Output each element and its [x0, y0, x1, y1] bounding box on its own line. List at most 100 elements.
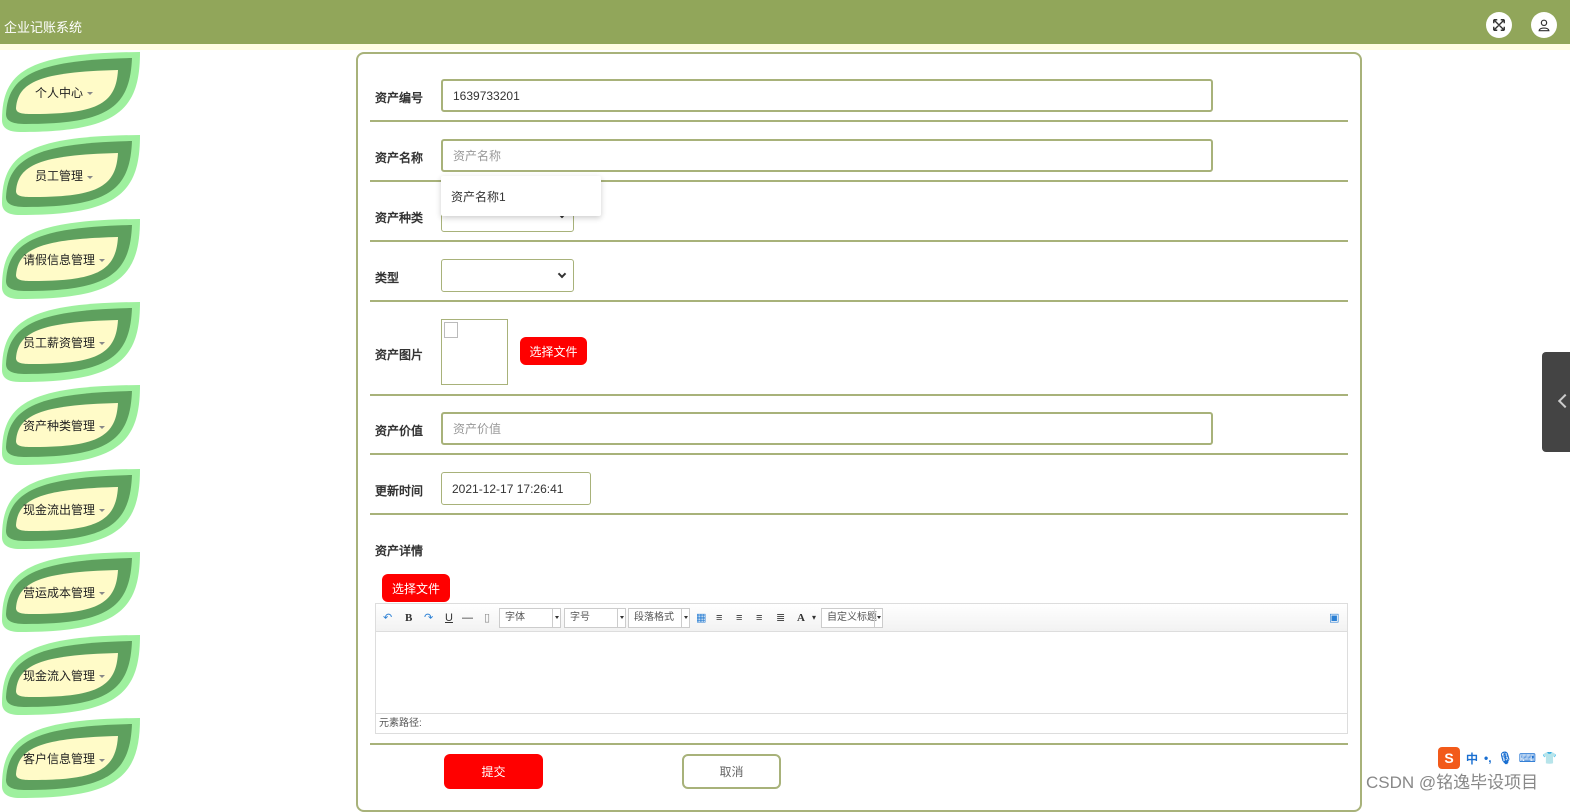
cancel-label: 取消 — [719, 765, 744, 779]
sidebar-item[interactable]: 员工管理 — [0, 133, 142, 217]
custom-title-select[interactable]: 自定义标题 — [821, 608, 883, 628]
sidebar-item[interactable]: 员工薪资管理 — [0, 300, 142, 384]
ime-toolbar[interactable]: S 中 •, 🎙 ⌨ 👕 — [1438, 746, 1568, 770]
sidebar-item-text: 员工管理 — [34, 169, 83, 184]
sidebar-item-text: 请假信息管理 — [22, 252, 95, 267]
expand-icon — [1493, 19, 1505, 31]
type-label: 类型 — [375, 271, 400, 285]
font-family-select[interactable]: 字体 — [499, 608, 561, 628]
caret-down-icon — [99, 758, 105, 762]
sidebar-item-label: 个人中心 — [8, 84, 120, 101]
ime-mode: 中 — [1466, 751, 1479, 766]
sidebar-item[interactable]: 客户信息管理 — [0, 716, 142, 800]
detail-choose-file-label: 选择文件 — [391, 581, 440, 596]
sidebar-item-label: 现金流入管理 — [8, 667, 120, 684]
sidebar-item-label: 员工薪资管理 — [8, 334, 120, 351]
asset-no-input[interactable]: 1639733201 — [441, 79, 1213, 112]
bold-button[interactable]: B — [405, 609, 412, 627]
asset-name-placeholder: 资产名称 — [453, 149, 502, 163]
asset-value-input[interactable]: 资产价值 — [441, 412, 1213, 445]
sidebar-item-label: 员工管理 — [8, 167, 120, 184]
detail-choose-file-button[interactable]: 选择文件 — [382, 574, 450, 602]
align-justify-icon[interactable]: ≣ — [776, 609, 785, 627]
align-left-icon[interactable]: ≡ — [716, 609, 722, 627]
user-icon — [1538, 19, 1550, 32]
cancel-button[interactable]: 取消 — [682, 754, 781, 789]
sidebar-item-label: 现金流出管理 — [8, 501, 120, 518]
sidebar-item-text: 营运成本管理 — [22, 585, 95, 600]
undo-icon[interactable]: ↶ — [383, 609, 392, 627]
custom-title-label: 自定义标题 — [827, 612, 877, 623]
paragraph-format-label: 段落格式 — [634, 612, 674, 623]
asset-no-label: 资产编号 — [375, 91, 424, 105]
caret-down-icon — [99, 508, 105, 512]
editor-toolbar: ↶ B ↷ U — ▯ 字体 字号 段落格式 ▦ ≡ ≡ ≡ ≣ A ▾ 自定义… — [376, 604, 1347, 632]
microphone-icon: 🎙 — [1497, 751, 1513, 765]
row-divider — [370, 394, 1348, 396]
top-bar: 企业记账系统 — [0, 0, 1570, 44]
keyboard-icon: ⌨ — [1518, 751, 1537, 765]
watermark: CSDN @铭逸毕设项目 — [1366, 773, 1539, 792]
row-divider — [370, 513, 1348, 515]
sidebar-item[interactable]: 请假信息管理 — [0, 217, 142, 301]
user-button[interactable] — [1531, 12, 1557, 38]
caret-down-icon — [99, 258, 105, 262]
ime-logo-icon: S — [1438, 747, 1460, 769]
fullscreen-button[interactable] — [1486, 12, 1512, 38]
sidebar-item-text: 个人中心 — [34, 86, 83, 100]
font-size-select[interactable]: 字号 — [564, 608, 626, 628]
broken-image-icon — [444, 322, 458, 338]
page-icon[interactable]: ▯ — [484, 609, 490, 627]
sidebar-item-text: 现金流出管理 — [22, 502, 95, 517]
sidebar-item-text: 客户信息管理 — [22, 752, 95, 767]
asset-category-label: 资产种类 — [375, 211, 424, 225]
caret-down-icon — [99, 425, 105, 429]
submit-button[interactable]: 提交 — [444, 754, 543, 789]
asset-name-suggestion[interactable]: 资产名称1 — [441, 176, 601, 216]
align-center-icon[interactable]: ≡ — [756, 609, 762, 627]
preview-icon[interactable]: ▣ — [1329, 609, 1339, 627]
top-accent-line — [0, 44, 1570, 50]
paragraph-format-select[interactable]: 段落格式 — [628, 608, 690, 628]
update-time-label: 更新时间 — [375, 484, 424, 498]
font-color-arrow-icon[interactable]: ▾ — [812, 609, 816, 627]
ime-punctuation: •, — [1484, 751, 1492, 765]
redo-icon[interactable]: ↷ — [424, 609, 433, 627]
editor-element-path: 元素路径: — [376, 713, 1347, 733]
asset-value-label: 资产价值 — [375, 424, 424, 438]
row-divider — [370, 240, 1348, 242]
caret-down-icon — [87, 175, 93, 179]
sidebar-item-text: 现金流入管理 — [22, 669, 95, 684]
choose-file-button[interactable]: 选择文件 — [520, 337, 587, 365]
asset-name-label: 资产名称 — [375, 151, 424, 165]
sidebar-item[interactable]: 现金流出管理 — [0, 467, 142, 551]
asset-image-label: 资产图片 — [375, 348, 424, 362]
sidebar-item-label: 客户信息管理 — [8, 750, 120, 767]
underline-button[interactable]: U — [445, 609, 453, 627]
chevron-down-icon — [557, 269, 567, 279]
type-select[interactable] — [441, 259, 574, 292]
update-time-input[interactable]: 2021-12-17 17:26:41 — [441, 472, 591, 505]
horizontal-rule-icon[interactable]: — — [462, 609, 473, 627]
font-size-label: 字号 — [570, 612, 590, 623]
font-color-button[interactable]: A — [797, 609, 805, 627]
sidebar-item[interactable]: 现金流入管理 — [0, 633, 142, 717]
rich-text-editor: ↶ B ↷ U — ▯ 字体 字号 段落格式 ▦ ≡ ≡ ≡ ≣ A ▾ 自定义… — [375, 603, 1348, 734]
row-divider — [370, 300, 1348, 302]
caret-down-icon — [99, 592, 105, 596]
sidebar-item-text: 资产种类管理 — [22, 419, 95, 434]
asset-value-placeholder: 资产价值 — [453, 422, 502, 436]
sidebar-item-label: 请假信息管理 — [8, 251, 120, 268]
sidebar-item[interactable]: 资产种类管理 — [0, 383, 142, 467]
app-title: 企业记账系统 — [4, 20, 83, 35]
asset-name-input[interactable]: 资产名称 — [441, 139, 1213, 172]
align-right-icon[interactable]: ≡ — [736, 609, 742, 627]
asset-image-preview — [441, 319, 508, 385]
table-icon[interactable]: ▦ — [696, 609, 706, 627]
font-family-label: 字体 — [505, 612, 525, 623]
caret-down-icon — [99, 342, 105, 346]
sidebar-item[interactable]: 营运成本管理 — [0, 550, 142, 634]
collapse-panel-tab[interactable] — [1542, 352, 1570, 452]
sidebar-item[interactable]: 个人中心 — [0, 50, 142, 134]
dropdown-arrow-icon — [617, 609, 625, 627]
